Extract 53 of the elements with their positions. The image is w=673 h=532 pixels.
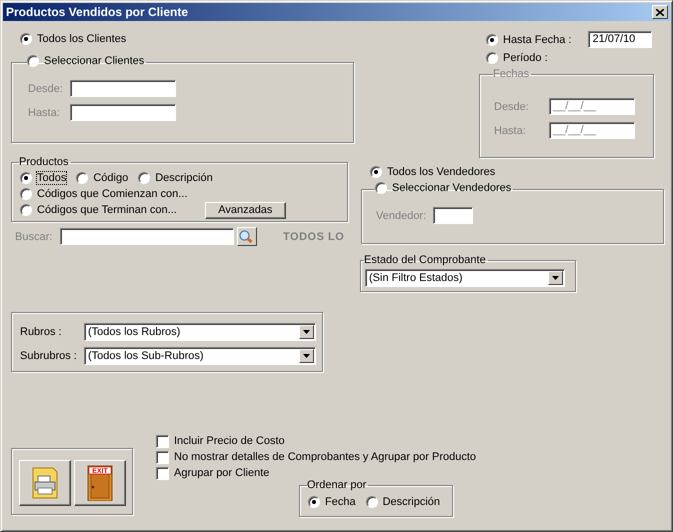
group-title: Productos xyxy=(19,156,69,168)
dropdown[interactable]: (Todos los Sub-Rubros) xyxy=(84,347,316,365)
group-title: Ordenar por xyxy=(307,479,366,491)
group-title: Fechas xyxy=(493,68,530,80)
radio-label[interactable]: Hasta Fecha : xyxy=(503,34,572,46)
radio-button[interactable] xyxy=(20,204,32,216)
radio-label[interactable]: Descripción xyxy=(382,496,440,508)
search-field[interactable] xyxy=(60,228,234,245)
caret-icon xyxy=(548,271,563,285)
radio-button[interactable] xyxy=(308,496,320,508)
field-label: Desde: xyxy=(494,100,530,112)
radio-label[interactable]: Todos xyxy=(37,172,66,184)
checkbox[interactable]: No mostrar detalles de Comprobantes y Agrupar por Producto xyxy=(156,449,476,465)
checkbox[interactable]: Incluir Precio de Costo xyxy=(156,433,476,449)
printer-icon xyxy=(30,466,60,500)
caret-icon xyxy=(299,325,314,339)
advanced-button[interactable]: Avanzadas xyxy=(204,202,286,218)
field-label: Subrubros : xyxy=(20,350,78,362)
radio-button[interactable] xyxy=(20,188,32,200)
radio-button[interactable] xyxy=(486,52,498,64)
search-icon xyxy=(239,230,255,244)
caret-icon xyxy=(299,349,314,363)
field-label: Hasta: xyxy=(494,124,527,136)
radio-label[interactable]: Código xyxy=(93,172,128,184)
close-button[interactable] xyxy=(652,5,668,19)
window-title: Productos Vendidos por Cliente xyxy=(6,5,188,19)
radio-label[interactable]: Período : xyxy=(503,52,548,64)
input-field[interactable] xyxy=(70,104,176,121)
radio-label[interactable]: Descripción xyxy=(155,172,213,184)
filter-caption: TODOS LO xyxy=(283,230,344,242)
radio-label[interactable]: Códigos que Terminan con... xyxy=(37,204,177,216)
dropdown[interactable]: (Todos los Rubros) xyxy=(84,323,316,341)
search-button[interactable] xyxy=(237,227,257,246)
radio-button[interactable] xyxy=(76,172,88,184)
field-label: Hasta: xyxy=(28,106,61,118)
date-field[interactable]: 21/07/10 xyxy=(588,31,652,48)
field-label: Vendedor: xyxy=(376,210,428,222)
dropdown[interactable]: (Sin Filtro Estados) xyxy=(365,269,565,287)
checkbox[interactable]: Agrupar por Cliente xyxy=(156,465,476,481)
group-title: Estado del Comprobante xyxy=(364,254,486,266)
radio-button[interactable] xyxy=(20,172,32,184)
field-label: Rubros : xyxy=(20,326,63,338)
input-field[interactable] xyxy=(433,207,473,224)
field-label: Buscar: xyxy=(15,230,54,242)
print-button[interactable] xyxy=(19,460,71,506)
radio-button[interactable] xyxy=(366,496,378,508)
input-field[interactable] xyxy=(70,80,176,97)
radio-label[interactable]: Fecha xyxy=(325,496,356,508)
radio-label[interactable]: Códigos que Comienzan con... xyxy=(37,188,188,200)
radio-button[interactable] xyxy=(138,172,150,184)
radio-button[interactable] xyxy=(486,34,498,46)
close-icon xyxy=(656,8,664,16)
field-label: Desde: xyxy=(28,82,64,94)
